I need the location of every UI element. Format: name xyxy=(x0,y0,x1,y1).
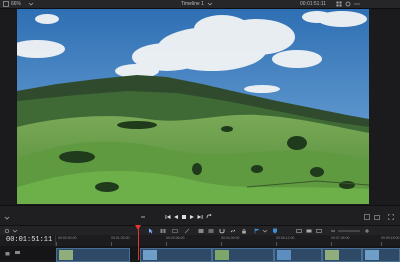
snapshot-icon[interactable] xyxy=(374,214,380,220)
ruler-label: 00:09:18:00 xyxy=(381,236,400,240)
landscape-frame xyxy=(17,9,369,204)
link-icon[interactable] xyxy=(230,228,236,234)
overwrite-clip-icon[interactable] xyxy=(208,228,214,234)
chevron-down-icon[interactable] xyxy=(28,1,34,7)
zoom-detail-icon[interactable] xyxy=(306,228,312,234)
zoom-full-icon[interactable] xyxy=(296,228,302,234)
trim-tool-icon[interactable] xyxy=(160,228,166,234)
chevron-down-icon[interactable] xyxy=(207,1,213,7)
timeline-timecode[interactable]: 00:01:51:11 xyxy=(6,236,52,244)
blade-tool-icon[interactable] xyxy=(184,228,190,234)
match-frame-icon[interactable] xyxy=(364,214,370,220)
more-options-icon[interactable] xyxy=(354,1,360,7)
chevron-down-icon[interactable] xyxy=(12,228,18,234)
zoom-level[interactable]: 66% xyxy=(11,0,21,8)
viewer-layout-icon[interactable] xyxy=(3,1,9,7)
selection-tool-icon[interactable] xyxy=(148,228,154,234)
timeline-ruler[interactable]: 00:00:00:00 00:01:33:00 00:03:06:00 00:0… xyxy=(55,235,400,246)
ruler-label: 00:04:39:00 xyxy=(221,236,240,240)
reverse-play-icon[interactable] xyxy=(173,214,179,220)
ruler-label: 00:03:06:00 xyxy=(166,236,185,240)
snapping-icon[interactable] xyxy=(219,228,225,234)
ruler-label: 00:06:12:00 xyxy=(276,236,295,240)
viewer-image[interactable] xyxy=(17,9,369,204)
marker-icon[interactable] xyxy=(272,228,278,234)
loop-icon[interactable] xyxy=(140,214,146,220)
transport-bar xyxy=(0,205,400,226)
skip-forward-icon[interactable] xyxy=(197,214,203,220)
playhead[interactable] xyxy=(138,226,139,260)
position-lock-icon[interactable] xyxy=(241,228,247,234)
fullscreen-icon[interactable] xyxy=(388,214,394,220)
clip-thumbnail xyxy=(215,250,229,260)
zoom-out-icon[interactable] xyxy=(330,228,336,234)
zoom-in-icon[interactable] xyxy=(364,228,370,234)
clip-thumbnail xyxy=(59,250,73,260)
zoom-slider[interactable] xyxy=(338,230,360,232)
dropdown-icon[interactable] xyxy=(4,215,10,221)
viewer-header: 66% Timeline 1 00:01:51:11 xyxy=(0,0,400,9)
stop-icon[interactable] xyxy=(181,214,187,220)
dynamic-trim-icon[interactable] xyxy=(172,228,178,234)
chevron-down-icon[interactable] xyxy=(262,228,268,234)
clip-thumbnail xyxy=(143,250,157,260)
timeline-title[interactable]: Timeline 1 xyxy=(181,0,204,8)
ruler-label: 00:07:45:00 xyxy=(331,236,350,240)
zoom-custom-icon[interactable] xyxy=(316,228,322,234)
settings-icon[interactable] xyxy=(345,1,351,7)
viewer-timecode: 00:01:51:11 xyxy=(300,1,327,7)
playhead-handle[interactable] xyxy=(135,225,141,230)
insert-clip-icon[interactable] xyxy=(198,228,204,234)
clip-thumbnail xyxy=(277,250,291,260)
skip-back-icon[interactable] xyxy=(165,214,171,220)
grid-icon[interactable] xyxy=(336,1,342,7)
ruler-label: 00:00:00:00 xyxy=(58,236,77,240)
clip-thumbnail xyxy=(365,250,379,260)
play-icon[interactable] xyxy=(189,214,195,220)
flag-icon[interactable] xyxy=(254,228,260,234)
loop-playback-icon[interactable] xyxy=(206,214,212,220)
gear-icon[interactable] xyxy=(4,228,10,234)
track-visibility-icon[interactable] xyxy=(14,249,21,256)
track-lock-icon[interactable] xyxy=(4,249,11,256)
ruler-label: 00:01:33:00 xyxy=(111,236,130,240)
clip-thumbnail xyxy=(325,250,339,260)
